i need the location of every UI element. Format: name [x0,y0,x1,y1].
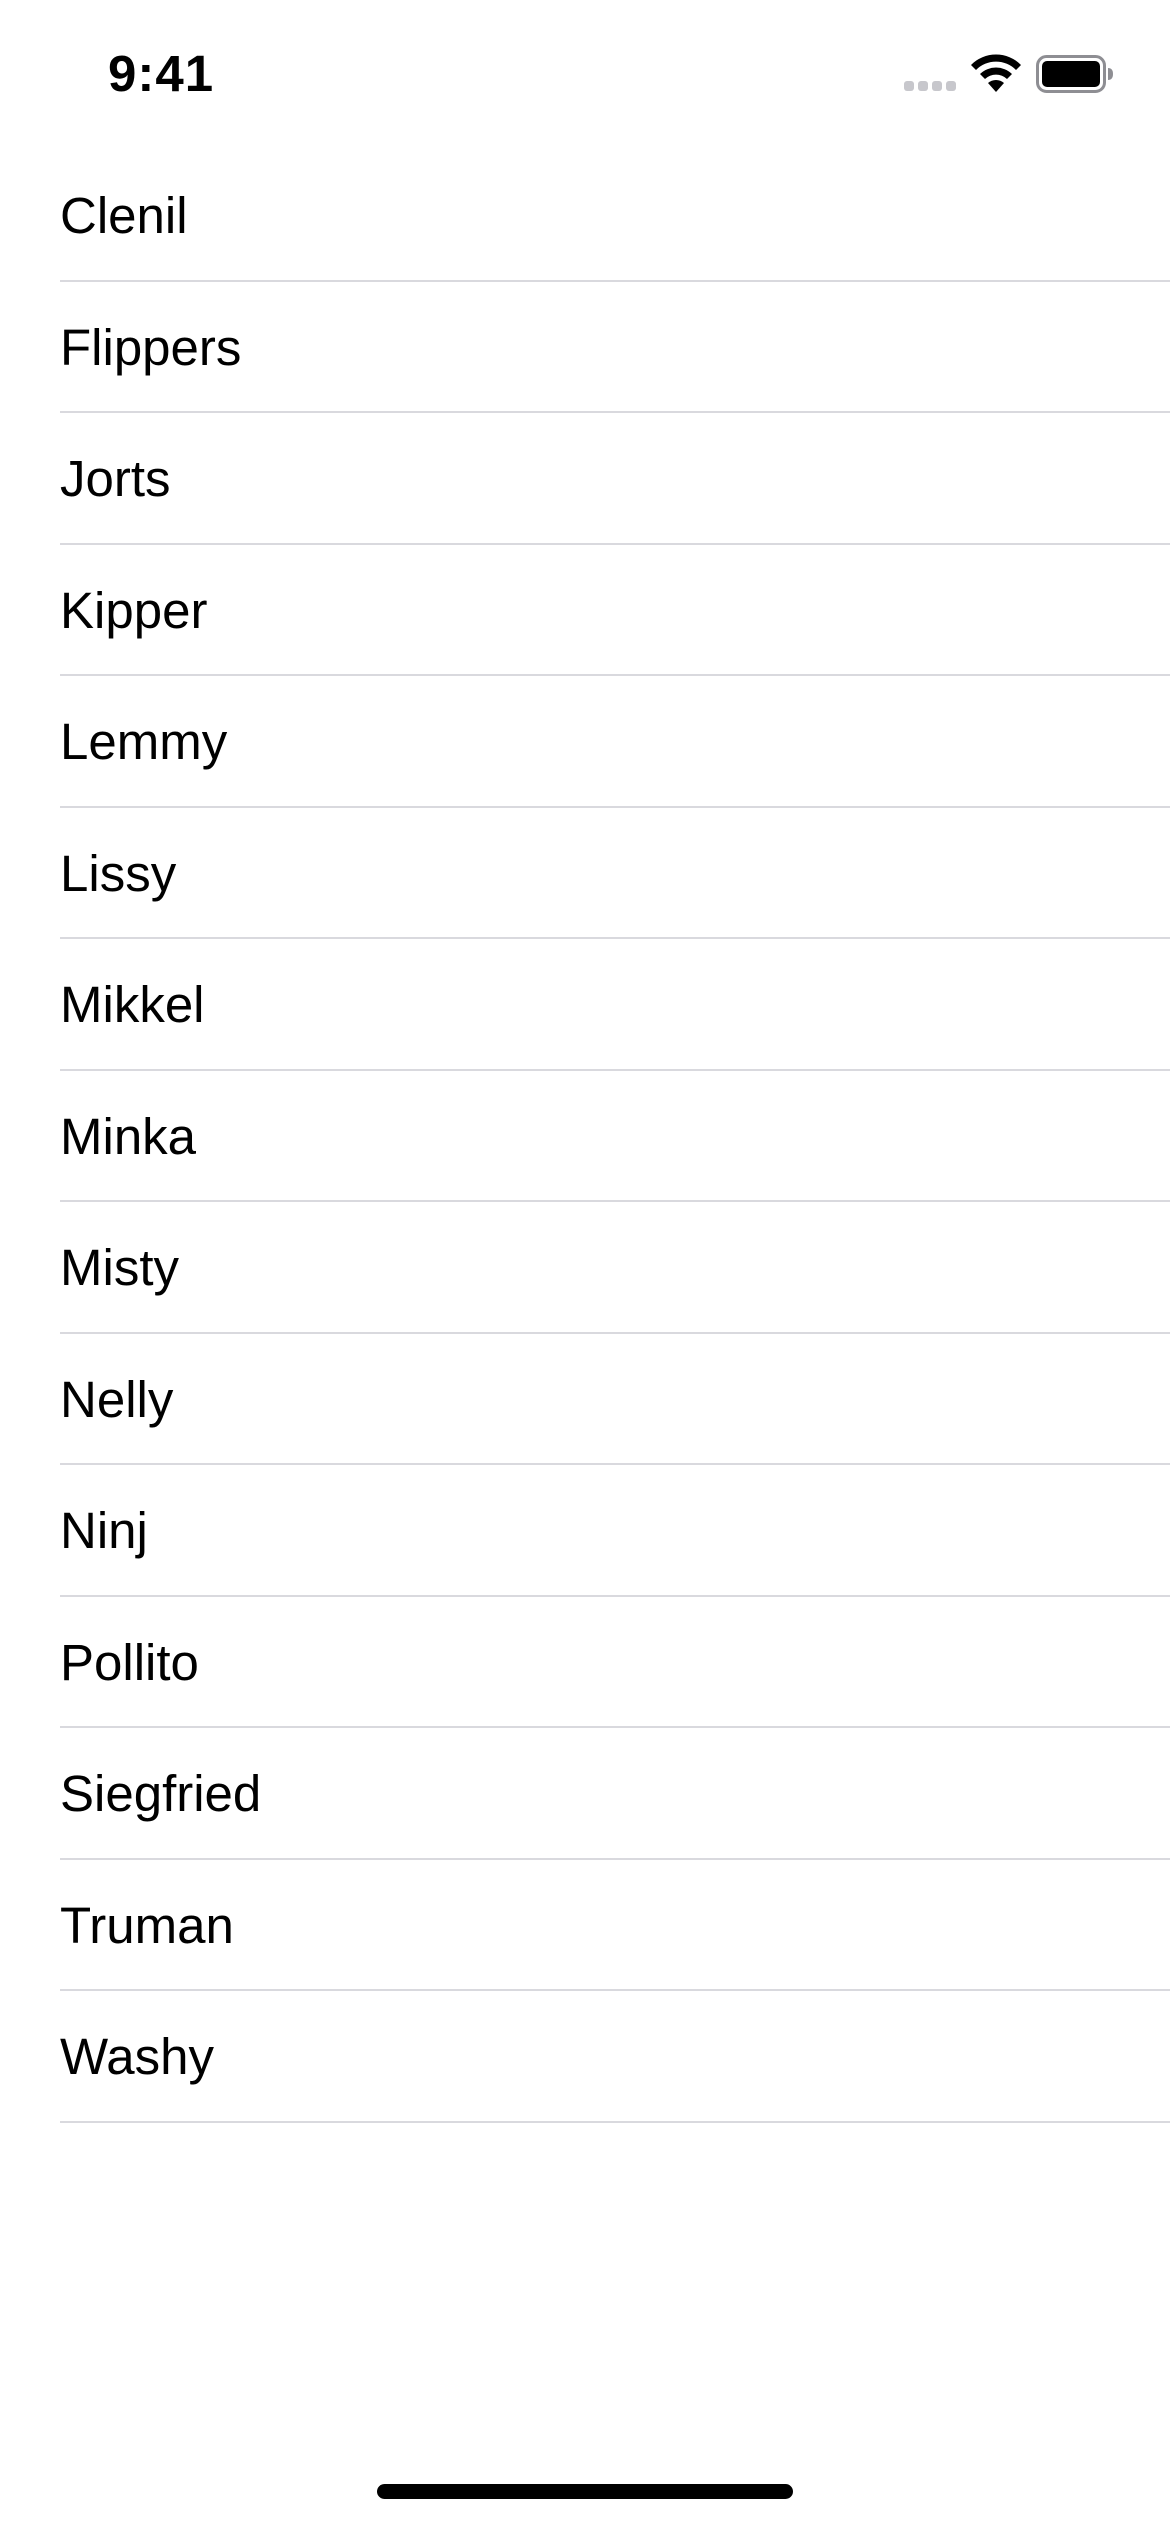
home-indicator[interactable] [377,2484,793,2499]
list-item-label: Clenil [60,187,188,244]
list-item-label: Siegfried [60,1765,262,1822]
list-item[interactable]: Truman [0,1860,1170,1991]
list-item-label: Ninj [60,1502,148,1559]
list-item[interactable]: Minka [0,1071,1170,1202]
list-item[interactable]: Nelly [0,1334,1170,1465]
list-item-label: Washy [60,2028,214,2085]
list-item[interactable]: Kipper [0,545,1170,676]
status-time: 9:41 [108,45,215,102]
list-item-label: Truman [60,1896,234,1954]
list-item[interactable]: Flippers [0,282,1170,413]
list-item[interactable]: Lemmy [0,676,1170,808]
cellular-signal-icon [904,79,958,91]
list-item-label: Lemmy [60,713,228,770]
status-bar: 9:41 [0,0,1170,150]
list-item-label: Pollito [60,1633,199,1691]
list-item[interactable]: Ninj [0,1465,1170,1597]
list-item[interactable]: Lissy [0,808,1170,939]
list-item[interactable]: Washy [0,1991,1170,2123]
list-item-label: Flippers [60,318,242,376]
row-separator [60,2120,1170,2123]
list-item[interactable]: Clenil [0,150,1170,282]
names-list: Clenil Flippers Jorts Kipper Lemmy Lissy… [0,150,1170,2123]
list-item-label: Misty [60,1239,179,1296]
list-item[interactable]: Pollito [0,1597,1170,1728]
list-item[interactable]: Misty [0,1202,1170,1334]
list-item-label: Nelly [60,1370,174,1428]
list-item[interactable]: Jorts [0,413,1170,545]
list-item-label: Jorts [60,450,171,507]
list-item[interactable]: Siegfried [0,1728,1170,1860]
list-item-label: Kipper [60,581,208,639]
list-item[interactable]: Mikkel [0,939,1170,1071]
list-item-label: Lissy [60,844,177,902]
wifi-icon [971,54,1021,92]
battery-icon [1036,55,1113,93]
list-item-label: Mikkel [60,976,205,1033]
list-item-label: Minka [60,1107,197,1165]
